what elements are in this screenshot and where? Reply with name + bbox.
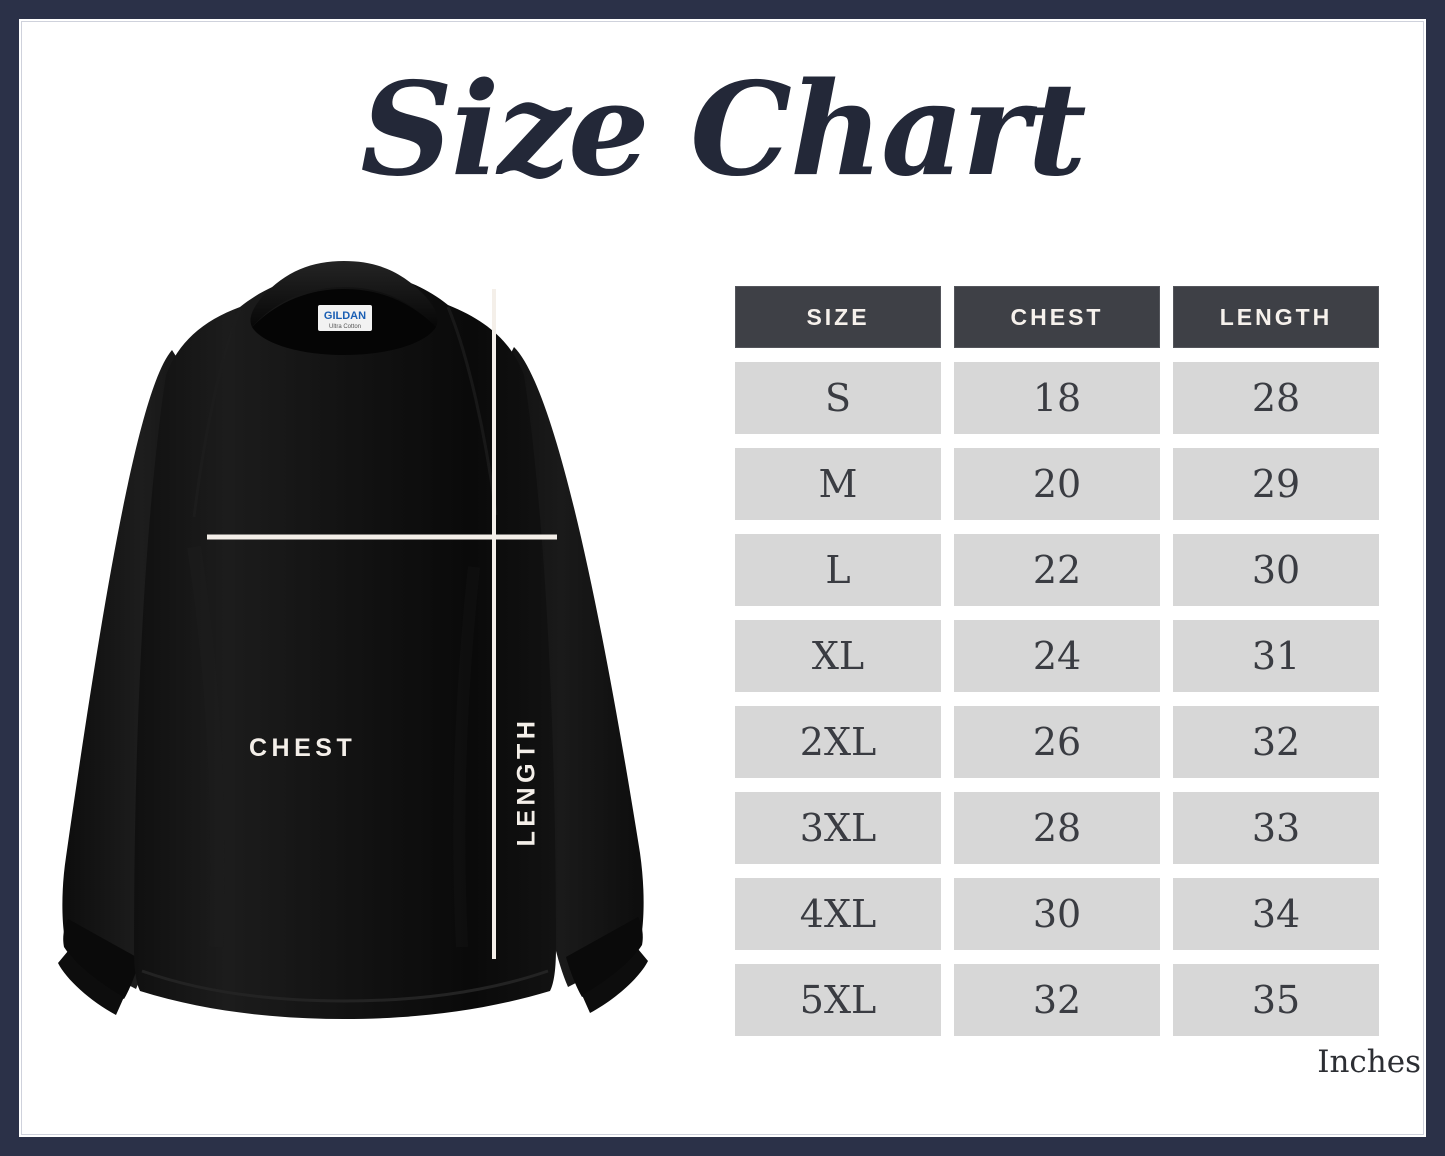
cell-length: 34 (1173, 878, 1379, 950)
product-illustration: GILDAN Ultra Cotton CHEST LENGTH (44, 247, 684, 1037)
cell-length: 31 (1173, 620, 1379, 692)
table-row: XL 24 31 (735, 620, 1379, 692)
cell-chest: 24 (954, 620, 1160, 692)
cell-size: L (735, 534, 941, 606)
cell-size: 5XL (735, 964, 941, 1036)
cell-chest: 20 (954, 448, 1160, 520)
brand-tag-icon: GILDAN Ultra Cotton (318, 305, 372, 331)
table-row: M 20 29 (735, 448, 1379, 520)
table-header-row: SIZE CHEST LENGTH (735, 286, 1379, 348)
units-label: Inches (1317, 1044, 1421, 1080)
table-row: L 22 30 (735, 534, 1379, 606)
table-row: 5XL 32 35 (735, 964, 1379, 1036)
cell-size: 2XL (735, 706, 941, 778)
size-table: SIZE CHEST LENGTH S 18 28 M 20 29 L 22 3… (722, 272, 1392, 1050)
size-table-container: SIZE CHEST LENGTH S 18 28 M 20 29 L 22 3… (722, 272, 1379, 1050)
page-title: Size Chart (360, 55, 1086, 205)
poster-inner: Size Chart GILDAN Ultra Cotton CHEST LEN… (19, 19, 1426, 1137)
cell-length: 33 (1173, 792, 1379, 864)
cell-size: M (735, 448, 941, 520)
poster-frame: Size Chart GILDAN Ultra Cotton CHEST LEN… (0, 0, 1445, 1156)
cell-size: S (735, 362, 941, 434)
cell-chest: 26 (954, 706, 1160, 778)
long-sleeve-shirt-icon: GILDAN Ultra Cotton (58, 261, 648, 1019)
cell-chest: 18 (954, 362, 1160, 434)
svg-text:Ultra Cotton: Ultra Cotton (329, 324, 361, 330)
cell-size: 4XL (735, 878, 941, 950)
column-header-chest: CHEST (954, 286, 1160, 348)
cell-chest: 28 (954, 792, 1160, 864)
cell-size: XL (735, 620, 941, 692)
cell-length: 29 (1173, 448, 1379, 520)
svg-text:GILDAN: GILDAN (324, 310, 366, 322)
cell-chest: 32 (954, 964, 1160, 1036)
table-row: 4XL 30 34 (735, 878, 1379, 950)
cell-length: 32 (1173, 706, 1379, 778)
cell-chest: 22 (954, 534, 1160, 606)
cell-chest: 30 (954, 878, 1160, 950)
cell-length: 30 (1173, 534, 1379, 606)
table-row: 3XL 28 33 (735, 792, 1379, 864)
table-row: 2XL 26 32 (735, 706, 1379, 778)
cell-length: 28 (1173, 362, 1379, 434)
length-line-label: LENGTH (512, 716, 541, 847)
chest-line-label: CHEST (249, 734, 357, 762)
column-header-size: SIZE (735, 286, 941, 348)
column-header-length: LENGTH (1173, 286, 1379, 348)
cell-size: 3XL (735, 792, 941, 864)
table-row: S 18 28 (735, 362, 1379, 434)
cell-length: 35 (1173, 964, 1379, 1036)
